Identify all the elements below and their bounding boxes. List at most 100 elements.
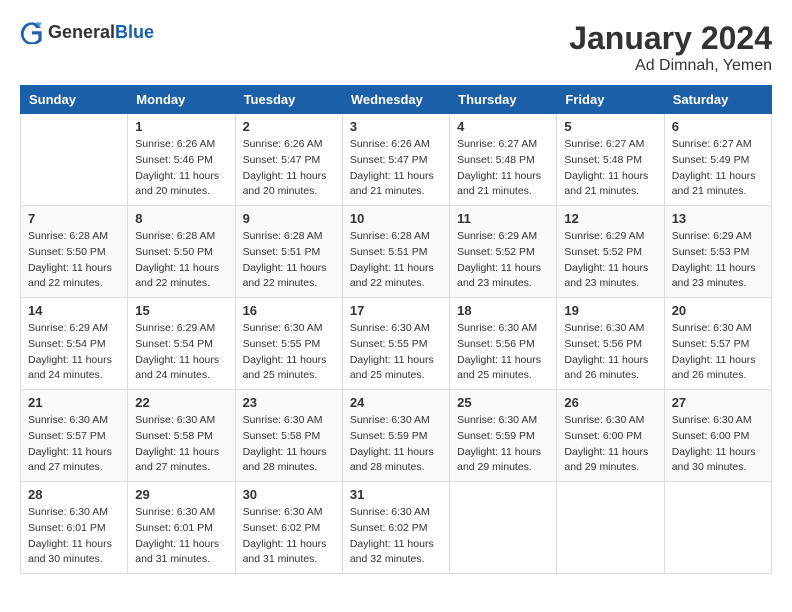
day-number: 27 (672, 395, 764, 410)
calendar-cell: 7 Sunrise: 6:28 AM Sunset: 5:50 PM Daylig… (21, 206, 128, 298)
day-number: 13 (672, 211, 764, 226)
calendar-cell (450, 482, 557, 574)
calendar-week-5: 28Sunrise: 6:30 AM Sunset: 6:01 PM Dayli… (21, 482, 772, 574)
day-info: Sunrise: 6:30 AM Sunset: 5:56 PM Dayligh… (564, 321, 656, 384)
day-number: 4 (457, 119, 549, 134)
calendar-cell: 26 Sunrise: 6:30 AM Sunset: 6:00 PM Dayli… (557, 390, 664, 482)
calendar-cell: 25 Sunrise: 6:30 AM Sunset: 5:59 PM Dayli… (450, 390, 557, 482)
header-saturday: Saturday (664, 86, 771, 114)
day-number: 10 (350, 211, 442, 226)
calendar-cell: 28Sunrise: 6:30 AM Sunset: 6:01 PM Dayli… (21, 482, 128, 574)
day-number: 22 (135, 395, 227, 410)
day-number: 7 (28, 211, 120, 226)
header-tuesday: Tuesday (235, 86, 342, 114)
day-info: Sunrise: 6:30 AM Sunset: 5:58 PM Dayligh… (243, 413, 335, 476)
day-info: Sunrise: 6:29 AM Sunset: 5:52 PM Dayligh… (564, 229, 656, 292)
day-number: 31 (350, 487, 442, 502)
day-number: 26 (564, 395, 656, 410)
day-info: Sunrise: 6:30 AM Sunset: 6:02 PM Dayligh… (243, 505, 335, 568)
logo: GeneralBlue (20, 20, 154, 44)
title-area: January 2024 Ad Dimnah, Yemen (569, 20, 772, 75)
calendar-cell: 20 Sunrise: 6:30 AM Sunset: 5:57 PM Dayli… (664, 298, 771, 390)
calendar-cell: 2Sunrise: 6:26 AM Sunset: 5:47 PM Daylig… (235, 114, 342, 206)
header-monday: Monday (128, 86, 235, 114)
calendar-cell: 8 Sunrise: 6:28 AM Sunset: 5:50 PM Daylig… (128, 206, 235, 298)
day-number: 8 (135, 211, 227, 226)
day-number: 30 (243, 487, 335, 502)
calendar-cell: 19 Sunrise: 6:30 AM Sunset: 5:56 PM Dayli… (557, 298, 664, 390)
day-number: 18 (457, 303, 549, 318)
day-number: 1 (135, 119, 227, 134)
day-number: 14 (28, 303, 120, 318)
calendar-week-2: 7 Sunrise: 6:28 AM Sunset: 5:50 PM Daylig… (21, 206, 772, 298)
day-info: Sunrise: 6:29 AM Sunset: 5:54 PM Dayligh… (28, 321, 120, 384)
page-header: GeneralBlue January 2024 Ad Dimnah, Yeme… (20, 20, 772, 75)
calendar-cell: 18Sunrise: 6:30 AM Sunset: 5:56 PM Dayli… (450, 298, 557, 390)
day-info: Sunrise: 6:30 AM Sunset: 5:58 PM Dayligh… (135, 413, 227, 476)
day-info: Sunrise: 6:28 AM Sunset: 5:51 PM Dayligh… (243, 229, 335, 292)
day-number: 16 (243, 303, 335, 318)
day-info: Sunrise: 6:30 AM Sunset: 5:55 PM Dayligh… (350, 321, 442, 384)
day-number: 5 (564, 119, 656, 134)
calendar-cell: 15Sunrise: 6:29 AM Sunset: 5:54 PM Dayli… (128, 298, 235, 390)
calendar-cell: 14 Sunrise: 6:29 AM Sunset: 5:54 PM Dayli… (21, 298, 128, 390)
header-friday: Friday (557, 86, 664, 114)
day-info: Sunrise: 6:29 AM Sunset: 5:53 PM Dayligh… (672, 229, 764, 292)
day-info: Sunrise: 6:30 AM Sunset: 6:01 PM Dayligh… (28, 505, 120, 568)
day-info: Sunrise: 6:30 AM Sunset: 5:57 PM Dayligh… (28, 413, 120, 476)
calendar-cell: 9 Sunrise: 6:28 AM Sunset: 5:51 PM Daylig… (235, 206, 342, 298)
day-info: Sunrise: 6:27 AM Sunset: 5:48 PM Dayligh… (457, 137, 549, 200)
calendar-header-row: SundayMondayTuesdayWednesdayThursdayFrid… (21, 86, 772, 114)
calendar-week-4: 21 Sunrise: 6:30 AM Sunset: 5:57 PM Dayli… (21, 390, 772, 482)
calendar-cell: 30 Sunrise: 6:30 AM Sunset: 6:02 PM Dayli… (235, 482, 342, 574)
day-number: 21 (28, 395, 120, 410)
day-number: 9 (243, 211, 335, 226)
day-info: Sunrise: 6:28 AM Sunset: 5:50 PM Dayligh… (28, 229, 120, 292)
day-number: 17 (350, 303, 442, 318)
day-number: 3 (350, 119, 442, 134)
location-title: Ad Dimnah, Yemen (569, 57, 772, 75)
calendar-cell: 17 Sunrise: 6:30 AM Sunset: 5:55 PM Dayli… (342, 298, 449, 390)
day-info: Sunrise: 6:29 AM Sunset: 5:52 PM Dayligh… (457, 229, 549, 292)
day-info: Sunrise: 6:30 AM Sunset: 6:01 PM Dayligh… (135, 505, 227, 568)
calendar-table: SundayMondayTuesdayWednesdayThursdayFrid… (20, 85, 772, 574)
day-info: Sunrise: 6:28 AM Sunset: 5:51 PM Dayligh… (350, 229, 442, 292)
day-number: 11 (457, 211, 549, 226)
day-info: Sunrise: 6:30 AM Sunset: 6:00 PM Dayligh… (564, 413, 656, 476)
calendar-cell: 12 Sunrise: 6:29 AM Sunset: 5:52 PM Dayli… (557, 206, 664, 298)
day-number: 19 (564, 303, 656, 318)
day-number: 23 (243, 395, 335, 410)
calendar-cell: 13 Sunrise: 6:29 AM Sunset: 5:53 PM Dayli… (664, 206, 771, 298)
day-info: Sunrise: 6:26 AM Sunset: 5:47 PM Dayligh… (350, 137, 442, 200)
logo-text: GeneralBlue (48, 22, 154, 43)
day-info: Sunrise: 6:30 AM Sunset: 5:59 PM Dayligh… (457, 413, 549, 476)
calendar-cell: 29Sunrise: 6:30 AM Sunset: 6:01 PM Dayli… (128, 482, 235, 574)
day-number: 2 (243, 119, 335, 134)
day-info: Sunrise: 6:27 AM Sunset: 5:48 PM Dayligh… (564, 137, 656, 200)
day-info: Sunrise: 6:30 AM Sunset: 6:02 PM Dayligh… (350, 505, 442, 568)
day-number: 6 (672, 119, 764, 134)
day-info: Sunrise: 6:30 AM Sunset: 5:57 PM Dayligh… (672, 321, 764, 384)
header-sunday: Sunday (21, 86, 128, 114)
header-wednesday: Wednesday (342, 86, 449, 114)
header-thursday: Thursday (450, 86, 557, 114)
calendar-cell: 22 Sunrise: 6:30 AM Sunset: 5:58 PM Dayli… (128, 390, 235, 482)
day-info: Sunrise: 6:28 AM Sunset: 5:50 PM Dayligh… (135, 229, 227, 292)
calendar-cell: 11 Sunrise: 6:29 AM Sunset: 5:52 PM Dayli… (450, 206, 557, 298)
calendar-cell (557, 482, 664, 574)
month-title: January 2024 (569, 20, 772, 57)
day-number: 25 (457, 395, 549, 410)
calendar-week-1: 1 Sunrise: 6:26 AM Sunset: 5:46 PM Daylig… (21, 114, 772, 206)
day-number: 12 (564, 211, 656, 226)
calendar-cell: 5 Sunrise: 6:27 AM Sunset: 5:48 PM Daylig… (557, 114, 664, 206)
day-info: Sunrise: 6:26 AM Sunset: 5:46 PM Dayligh… (135, 137, 227, 200)
day-number: 20 (672, 303, 764, 318)
calendar-cell: 10 Sunrise: 6:28 AM Sunset: 5:51 PM Dayli… (342, 206, 449, 298)
day-info: Sunrise: 6:27 AM Sunset: 5:49 PM Dayligh… (672, 137, 764, 200)
logo-general: General (48, 22, 115, 42)
calendar-cell: 1 Sunrise: 6:26 AM Sunset: 5:46 PM Daylig… (128, 114, 235, 206)
day-number: 15 (135, 303, 227, 318)
calendar-week-3: 14 Sunrise: 6:29 AM Sunset: 5:54 PM Dayli… (21, 298, 772, 390)
logo-blue: Blue (115, 22, 154, 42)
day-number: 24 (350, 395, 442, 410)
